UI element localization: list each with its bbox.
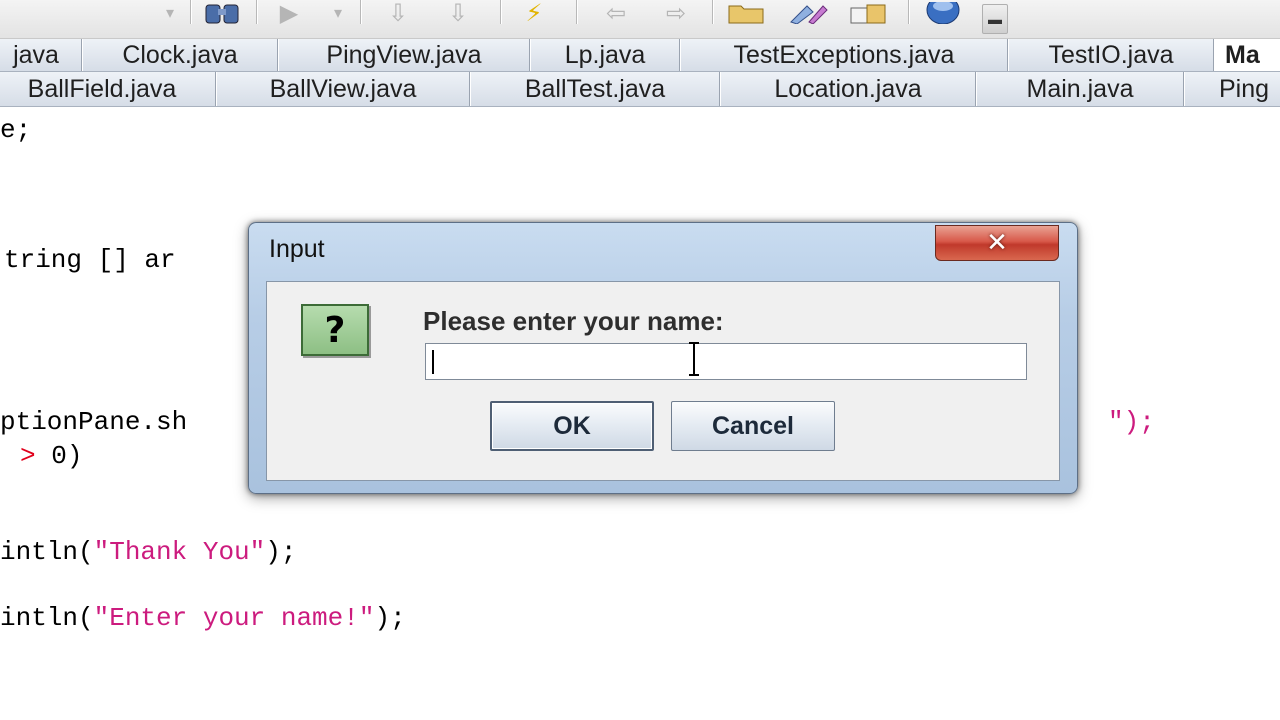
back-icon[interactable]: ⇦ (596, 0, 636, 26)
find-icon[interactable] (200, 0, 244, 26)
dropdown-icon[interactable]: ▾ (158, 0, 182, 26)
toolbar-separator (576, 0, 578, 24)
question-icon: ? (301, 304, 369, 356)
tab-testio-java[interactable]: TestIO.java (1008, 39, 1214, 71)
tab-pingview-java[interactable]: PingView.java (278, 39, 530, 71)
tab-label: TestIO.java (1048, 40, 1174, 69)
text-caret (432, 350, 434, 374)
step-down-icon[interactable]: ⇩ (380, 0, 416, 26)
editor-tabs-row-1: java Clock.java PingView.java Lp.java Te… (0, 39, 1280, 72)
input-dialog: Input ✕ ? Please enter your name: OK Can… (248, 222, 1078, 494)
tab-label: Lp.java (564, 40, 646, 69)
tab-balltest-java[interactable]: BallTest.java (470, 72, 720, 106)
tab-label: java (13, 40, 59, 69)
editor-tabs-row-2: BallField.java BallView.java BallTest.ja… (0, 72, 1280, 107)
code-text: 0) (51, 441, 83, 471)
tab-main-java[interactable]: Main.java (976, 72, 1184, 106)
tab-main-java-active[interactable]: Ma (1214, 39, 1280, 71)
overflow-icon[interactable]: ▬ (982, 4, 1008, 34)
toolbar-separator (360, 0, 362, 24)
tools-icon[interactable] (786, 0, 830, 26)
dialog-title: Input (269, 235, 325, 263)
code-text: "); (1108, 407, 1155, 437)
tab-label: Clock.java (122, 40, 238, 69)
tab-label: BallView.java (269, 74, 417, 103)
code-line: tring [] ar (4, 245, 176, 275)
tab-location-java[interactable]: Location.java (720, 72, 976, 106)
toolbar-separator (908, 0, 910, 24)
help-graphic (926, 2, 960, 24)
code-text: e; (0, 115, 32, 145)
tab-ballview-java[interactable]: BallView.java (216, 72, 470, 106)
tab-testexceptions-java[interactable]: TestExceptions.java (680, 39, 1008, 71)
tab-clock-java[interactable]: Clock.java (82, 39, 278, 71)
run-icon[interactable]: ▶ (274, 0, 304, 26)
binoculars-graphic (205, 4, 239, 24)
tab-label: BallTest.java (524, 74, 666, 103)
code-line: > 0) (20, 441, 82, 471)
tab-label: Ma (1225, 40, 1260, 69)
ide-window: ▾ ▶ ▾ ⇩ ⇩ ⚡ ⇦ ⇨ ▬ java Clock.java PingVi… (0, 0, 1280, 720)
tab-label: Ping (1219, 74, 1270, 103)
code-line: e; (0, 115, 31, 145)
run-dropdown-icon[interactable]: ▾ (326, 0, 350, 26)
step-over-icon[interactable]: ⇩ (440, 0, 476, 26)
code-text: ); (374, 603, 406, 633)
ibeam-cursor-icon (689, 342, 699, 376)
tools-graphic (790, 5, 828, 24)
forward-icon[interactable]: ⇨ (656, 0, 696, 26)
code-text: intln( (0, 537, 94, 567)
dialog-content: ? Please enter your name: OK Cancel (266, 281, 1060, 481)
code-string: "Thank You" (93, 537, 266, 567)
close-icon: ✕ (986, 228, 1008, 258)
code-operator: > (20, 441, 36, 471)
tab-label: Location.java (774, 74, 922, 103)
folder-graphic (728, 5, 764, 24)
cancel-button[interactable]: Cancel (671, 401, 835, 451)
tab-label: BallField.java (27, 74, 177, 103)
tab-label: Main.java (1026, 74, 1134, 103)
code-text: tring [] ar (4, 245, 176, 275)
package-graphic (850, 4, 886, 24)
toolbar: ▾ ▶ ▾ ⇩ ⇩ ⚡ ⇦ ⇨ ▬ (0, 0, 1280, 39)
wizard-icon[interactable]: ⚡ (516, 0, 552, 26)
help-icon[interactable] (924, 0, 962, 26)
close-button[interactable]: ✕ (935, 225, 1059, 261)
toolbar-separator (190, 0, 192, 24)
name-input[interactable] (425, 343, 1027, 380)
code-string: "Enter your name!" (93, 603, 375, 633)
tab-ballfield-java[interactable]: BallField.java (0, 72, 216, 106)
toolbar-separator (500, 0, 502, 24)
open-folder-icon[interactable] (726, 0, 766, 26)
code-text: intln( (0, 603, 94, 633)
tab-ping[interactable]: Ping (1184, 72, 1280, 106)
code-line: intln("Enter your name!"); (0, 603, 406, 633)
tab-java[interactable]: java (0, 39, 82, 71)
package-icon[interactable] (846, 0, 890, 26)
code-text: ); (265, 537, 297, 567)
tab-label: PingView.java (326, 40, 482, 69)
code-line: ptionPane.sh (0, 407, 187, 437)
toolbar-separator (712, 0, 714, 24)
code-line: intln("Thank You"); (0, 537, 296, 567)
ok-button[interactable]: OK (490, 401, 654, 451)
code-text: ptionPane.sh (0, 407, 188, 437)
prompt-label: Please enter your name: (423, 306, 724, 336)
tab-lp-java[interactable]: Lp.java (530, 39, 680, 71)
toolbar-separator (256, 0, 258, 24)
tab-label: TestExceptions.java (733, 40, 955, 69)
code-line-tail: "); (1108, 407, 1155, 437)
